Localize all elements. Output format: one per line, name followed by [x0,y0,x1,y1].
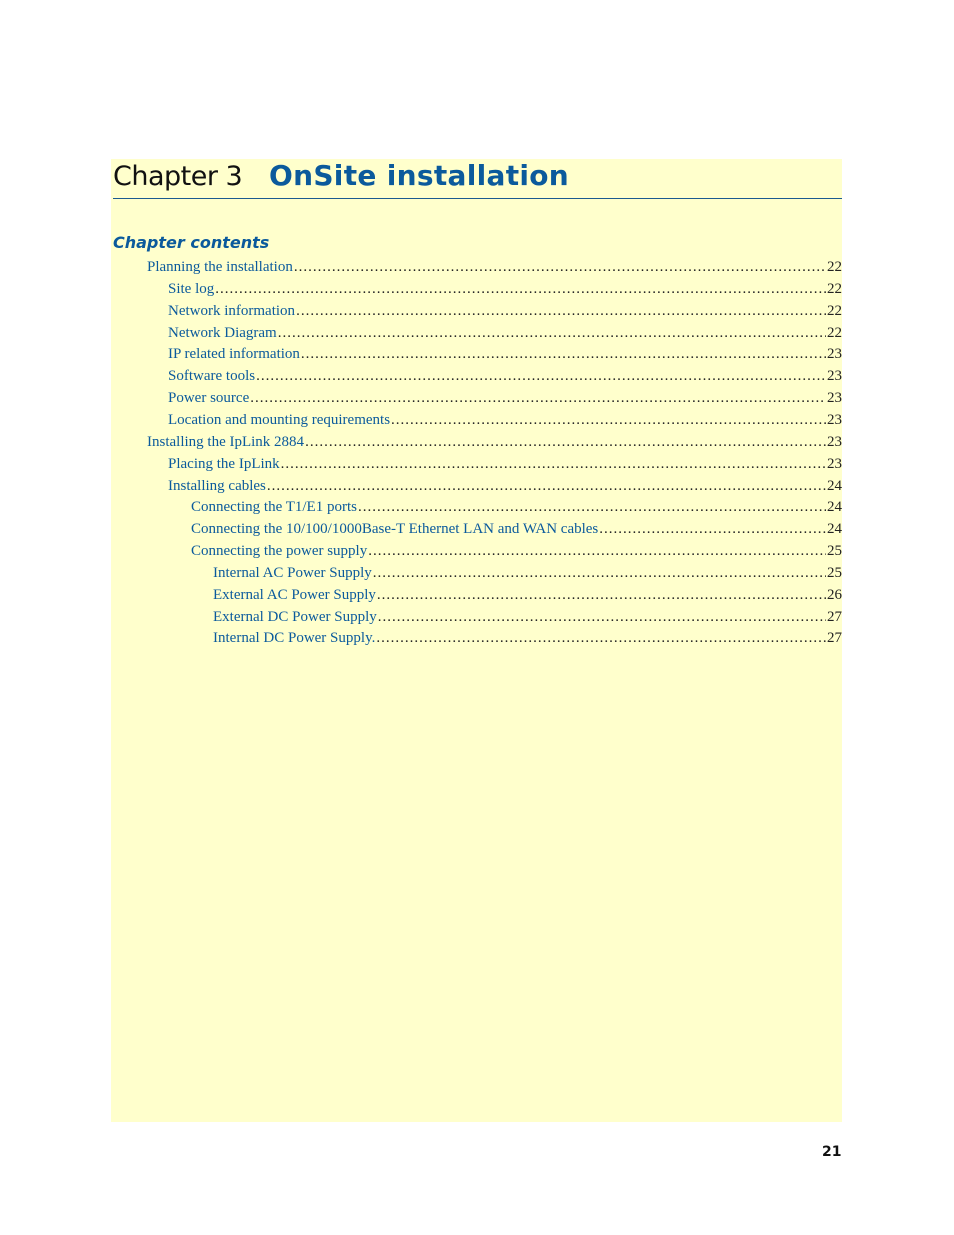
toc-entry[interactable]: Power source 23 [168,390,842,412]
dot-leader [305,434,826,451]
toc-entry-page[interactable]: 22 [827,281,842,298]
toc-entry-page[interactable]: 24 [827,478,842,495]
toc-entry-title[interactable]: IP related information [168,346,300,363]
toc-entry-title[interactable]: Connecting the T1/E1 ports [191,499,357,516]
toc-entry-page[interactable]: 23 [827,390,842,407]
page-number: 21 [822,1144,842,1160]
dot-leader [378,609,826,626]
dot-leader [215,281,826,298]
toc-entry[interactable]: Network information 22 [168,303,842,325]
toc-entry-title[interactable]: Connecting the 10/100/1000Base-T Etherne… [191,521,598,538]
toc-entry[interactable]: Internal AC Power Supply 25 [213,565,842,587]
toc-entry-title[interactable]: Software tools [168,368,255,385]
toc-entry-title[interactable]: Installing cables [168,478,266,495]
toc-entry[interactable]: Planning the installation 22 [147,259,842,281]
toc-entry-title[interactable]: Internal AC Power Supply [213,565,372,582]
toc-entry[interactable]: Connecting the 10/100/1000Base-T Etherne… [191,521,842,543]
toc-entry-title[interactable]: Connecting the power supply [191,543,367,560]
toc-entry[interactable]: Placing the IpLink 23 [168,456,842,478]
toc-entry-page[interactable]: 24 [827,499,842,516]
toc-entry-page[interactable]: 23 [827,456,842,473]
chapter-header: Chapter 3 OnSite installation [113,159,842,199]
toc-entry[interactable]: Network Diagram 22 [168,325,842,347]
chapter-label: Chapter 3 [113,161,243,192]
toc-entry-page[interactable]: 23 [827,412,842,429]
toc-entry-page[interactable]: 23 [827,346,842,363]
dot-leader [256,368,826,385]
toc-entry-title[interactable]: Placing the IpLink [168,456,280,473]
toc-entry-page[interactable]: 23 [827,434,842,451]
contents-heading: Chapter contents [113,233,270,252]
toc-entry[interactable]: Location and mounting requirements 23 [168,412,842,434]
toc-entry-page[interactable]: 22 [827,303,842,320]
toc-entry[interactable]: Installing the IpLink 2884 23 [147,434,842,456]
toc-entry-title[interactable]: Location and mounting requirements [168,412,390,429]
toc-entry[interactable]: External AC Power Supply 26 [213,587,842,609]
toc-entry-title[interactable]: Network Diagram [168,325,277,342]
toc-entry[interactable]: IP related information 23 [168,346,842,368]
dot-leader [278,325,826,342]
toc-entry-page[interactable]: 22 [827,325,842,342]
toc-entry-title[interactable]: Internal DC Power Supply. [213,630,375,647]
toc-entry-page[interactable]: 26 [827,587,842,604]
toc-entry-title[interactable]: External AC Power Supply [213,587,376,604]
dot-leader [391,412,826,429]
toc-entry-title[interactable]: External DC Power Supply [213,609,377,626]
toc-entry[interactable]: Software tools 23 [168,368,842,390]
toc-entry[interactable]: Internal DC Power Supply. 27 [213,630,842,652]
dot-leader [373,565,826,582]
toc-entry-page[interactable]: 25 [827,543,842,560]
dot-leader [368,543,826,560]
toc-entry-page[interactable]: 27 [827,630,842,647]
toc-entry-title[interactable]: Planning the installation [147,259,293,276]
toc-entry-title[interactable]: Installing the IpLink 2884 [147,434,304,451]
toc-entry-page[interactable]: 24 [827,521,842,538]
toc-entry[interactable]: External DC Power Supply 27 [213,609,842,631]
toc-entry[interactable]: Installing cables 24 [168,478,842,500]
dot-leader [358,499,826,516]
toc-entry-title[interactable]: Network information [168,303,295,320]
toc-entry[interactable]: Connecting the T1/E1 ports 24 [191,499,842,521]
toc-entry[interactable]: Connecting the power supply 25 [191,543,842,565]
dot-leader [267,478,826,495]
dot-leader [296,303,826,320]
chapter-title: OnSite installation [269,159,570,192]
toc-entry-page[interactable]: 22 [827,259,842,276]
dot-leader [281,456,826,473]
dot-leader [301,346,826,363]
toc-entry-title[interactable]: Site log [168,281,214,298]
toc-entry[interactable]: Site log 22 [168,281,842,303]
toc-entry-page[interactable]: 25 [827,565,842,582]
toc-entry-page[interactable]: 23 [827,368,842,385]
toc-entry-title[interactable]: Power source [168,390,249,407]
toc-entry-page[interactable]: 27 [827,609,842,626]
dot-leader [599,521,826,538]
dot-leader [377,587,826,604]
dot-leader [294,259,826,276]
dot-leader [376,630,826,647]
dot-leader [250,390,826,407]
